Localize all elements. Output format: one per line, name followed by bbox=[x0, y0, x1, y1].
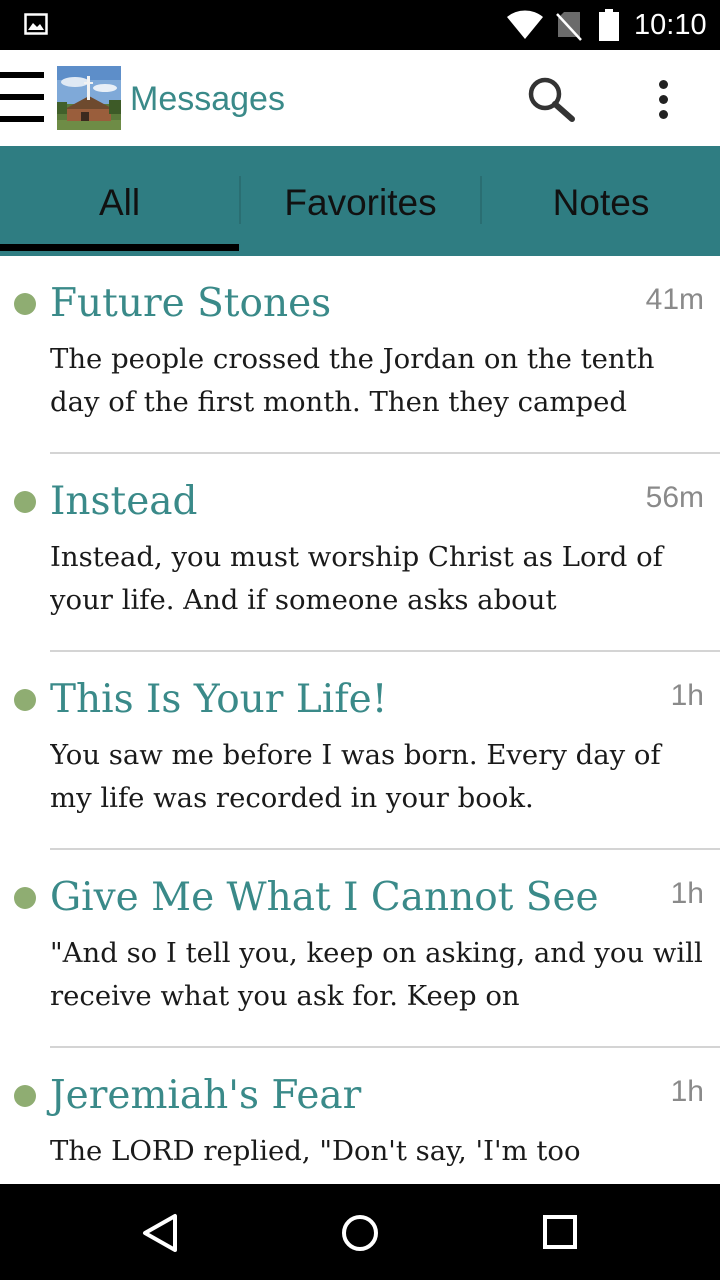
gallery-icon bbox=[24, 13, 48, 35]
app-title: Messages bbox=[130, 80, 285, 118]
tab-all[interactable]: All bbox=[0, 146, 239, 256]
wifi-icon bbox=[507, 10, 543, 39]
message-item[interactable]: Give Me What I Cannot See 1h "And so I t… bbox=[0, 850, 720, 1048]
home-icon[interactable] bbox=[340, 1213, 380, 1253]
message-time: 1h bbox=[670, 877, 704, 910]
message-preview: The LORD replied, "Don't say, 'I'm too bbox=[50, 1135, 581, 1167]
unread-dot-icon bbox=[14, 491, 36, 513]
message-time: 41m bbox=[645, 283, 704, 316]
no-sim-icon bbox=[556, 12, 582, 41]
unread-dot-icon bbox=[14, 887, 36, 909]
tab-favorites[interactable]: Favorites bbox=[241, 146, 480, 256]
selected-tab-indicator bbox=[0, 244, 239, 251]
battery-icon bbox=[599, 9, 619, 41]
message-item[interactable]: This Is Your Life! 1h You saw me before … bbox=[0, 652, 720, 850]
tab-notes[interactable]: Notes bbox=[482, 146, 720, 256]
message-time: 1h bbox=[670, 679, 704, 712]
message-title: Give Me What I Cannot See bbox=[50, 875, 599, 920]
church-logo bbox=[57, 66, 121, 130]
message-title: This Is Your Life! bbox=[50, 677, 388, 722]
message-title: Instead bbox=[50, 479, 198, 524]
message-preview: The people crossed the Jordan on the ten… bbox=[50, 343, 655, 418]
unread-dot-icon bbox=[14, 1085, 36, 1107]
status-clock: 10:10 bbox=[634, 9, 707, 41]
message-preview: You saw me before I was born. Every day … bbox=[50, 739, 661, 814]
message-title: Future Stones bbox=[50, 281, 332, 326]
message-item[interactable]: Future Stones 41m The people crossed the… bbox=[0, 256, 720, 454]
message-list[interactable]: Future Stones 41m The people crossed the… bbox=[0, 256, 720, 1184]
overflow-menu-icon[interactable] bbox=[652, 78, 676, 122]
tab-bar: All Favorites Notes bbox=[0, 146, 720, 256]
search-icon[interactable] bbox=[527, 76, 577, 122]
recents-icon[interactable] bbox=[542, 1214, 578, 1250]
hamburger-menu-icon[interactable] bbox=[0, 70, 46, 124]
message-time: 56m bbox=[645, 481, 704, 514]
back-icon[interactable] bbox=[140, 1212, 180, 1254]
unread-dot-icon bbox=[14, 293, 36, 315]
unread-dot-icon bbox=[14, 689, 36, 711]
message-preview: "And so I tell you, keep on asking, and … bbox=[50, 937, 703, 1012]
message-title: Jeremiah's Fear bbox=[50, 1073, 362, 1118]
message-item[interactable]: Jeremiah's Fear 1h The LORD replied, "Do… bbox=[0, 1048, 720, 1184]
status-bar: 10:10 bbox=[0, 0, 720, 50]
message-item[interactable]: Instead 56m Instead, you must worship Ch… bbox=[0, 454, 720, 652]
message-preview: Instead, you must worship Christ as Lord… bbox=[50, 541, 663, 616]
app-bar: Messages bbox=[0, 50, 720, 146]
navigation-bar bbox=[0, 1184, 720, 1280]
message-time: 1h bbox=[670, 1075, 704, 1108]
